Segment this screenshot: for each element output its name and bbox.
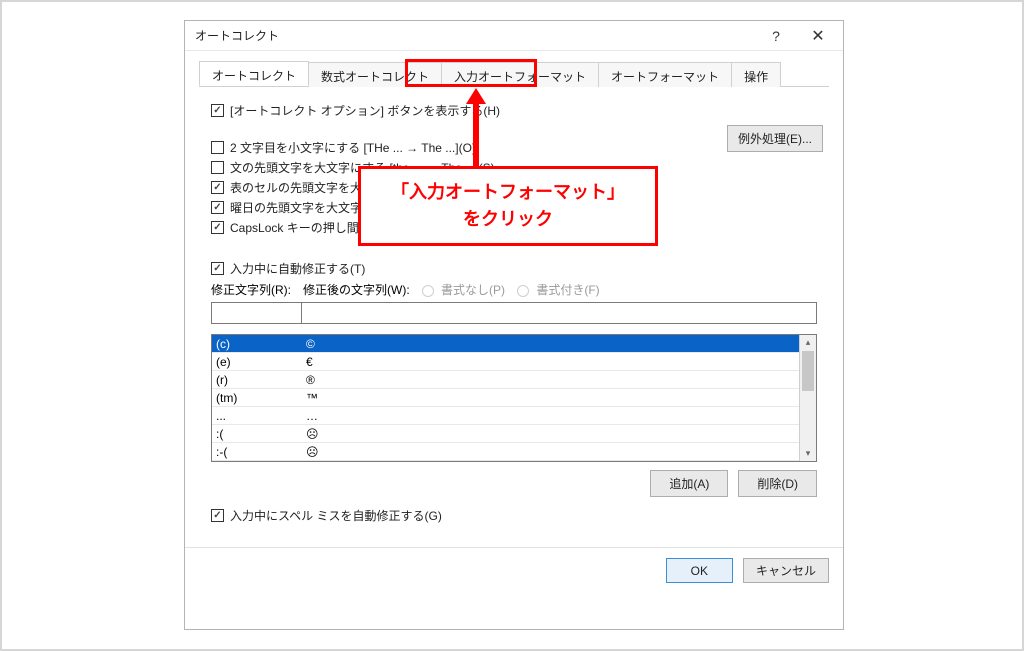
autocorrect-list: (c) © (e) € (r) ® (tm) ™ [211,334,817,462]
replace-label: 入力中に自動修正する(T) [230,260,365,277]
checkbox-icon [211,262,224,275]
spellfix-row[interactable]: 入力中にスペル ミスを自動修正する(G) [211,507,823,524]
checkbox-icon [211,221,224,234]
list-from: (e) [212,355,302,369]
outer-frame: オートコレクト ? ✕ オートコレクト 数式オートコレクト 入力オートフォーマッ… [0,0,1024,651]
scroll-thumb[interactable] [802,351,814,391]
replace-input[interactable] [211,302,301,324]
show-options-label: [オートコレクト オプション] ボタンを表示する(H) [230,102,500,119]
list-from: ... [212,409,302,423]
add-delete-row: 追加(A) 削除(D) [211,470,817,497]
replace-col-label: 修正文字列(R): [211,281,291,298]
dialog-footer: OK キャンセル [185,547,843,593]
list-scrollbar[interactable]: ▴ ▾ [799,335,816,461]
scroll-down-icon[interactable]: ▾ [800,446,816,461]
list-to: € [302,355,799,369]
with-col-label: 修正後の文字列(W): [303,281,410,298]
callout-arrow [466,88,486,168]
cap-second-label: 2 文字目を小文字にする [THe ... → The ...](O) [230,139,476,156]
list-to: ☹ [302,427,799,441]
radio-icon [422,285,434,297]
radio-formatted: 書式付き(F) [517,281,600,298]
close-button[interactable]: ✕ [797,22,839,50]
autocorrect-dialog: オートコレクト ? ✕ オートコレクト 数式オートコレクト 入力オートフォーマッ… [184,20,844,630]
tab-autoformat[interactable]: オートフォーマット [598,62,732,87]
radio-plain: 書式なし(P) [422,281,505,298]
tab-actions[interactable]: 操作 [731,62,781,87]
checkbox-icon [211,181,224,194]
add-button[interactable]: 追加(A) [650,470,728,497]
checkbox-icon [211,201,224,214]
scroll-up-icon[interactable]: ▴ [800,335,816,350]
tab-bar: オートコレクト 数式オートコレクト 入力オートフォーマット オートフォーマット … [199,61,829,87]
list-to: … [302,409,799,423]
list-item[interactable]: (c) © [212,335,799,353]
list-body[interactable]: (c) © (e) € (r) ® (tm) ™ [212,335,799,461]
list-from: :( [212,427,302,441]
dialog-body: オートコレクト 数式オートコレクト 入力オートフォーマット オートフォーマット … [185,51,843,547]
tab-autoformat-as-you-type[interactable]: 入力オートフォーマット [441,62,599,87]
exceptions-button[interactable]: 例外処理(E)... [727,125,823,152]
checkbox-icon [211,509,224,522]
checkbox-icon [211,161,224,174]
tab-autocorrect[interactable]: オートコレクト [199,61,309,86]
list-to: © [302,337,799,351]
cancel-button[interactable]: キャンセル [743,558,829,583]
callout-annotation: 「入力オートフォーマット」 をクリック [358,166,658,246]
titlebar: オートコレクト ? ✕ [185,21,843,51]
checkbox-icon [211,141,224,154]
list-to: ® [302,373,799,387]
radio-icon [517,285,529,297]
show-options-row[interactable]: [オートコレクト オプション] ボタンを表示する(H) [211,102,823,119]
list-to: ™ [302,391,799,405]
replace-row[interactable]: 入力中に自動修正する(T) [211,260,823,277]
autocorrect-panel: [オートコレクト オプション] ボタンを表示する(H) 2 文字目を小文字にする… [199,87,829,533]
list-from: (c) [212,337,302,351]
callout-line2: をクリック [373,206,643,233]
list-item[interactable]: ... … [212,407,799,425]
list-item[interactable]: :( ☹ [212,425,799,443]
list-from: (r) [212,373,302,387]
checkbox-icon [211,104,224,117]
replace-with-labels: 修正文字列(R): 修正後の文字列(W): 書式なし(P) 書式付き(F) [211,281,823,298]
replace-inputs [211,302,817,324]
callout-line1: 「入力オートフォーマット」 [373,179,643,206]
ok-button[interactable]: OK [666,558,733,583]
list-item[interactable]: (tm) ™ [212,389,799,407]
list-item[interactable]: (e) € [212,353,799,371]
with-input[interactable] [301,302,817,324]
list-item[interactable]: (r) ® [212,371,799,389]
list-to: ☹ [302,445,799,459]
tab-math-autocorrect[interactable]: 数式オートコレクト [308,62,442,87]
list-from: (tm) [212,391,302,405]
dialog-title: オートコレクト [195,27,755,44]
list-from: :-( [212,445,302,459]
delete-button[interactable]: 削除(D) [738,470,817,497]
help-button[interactable]: ? [755,22,797,50]
spellfix-label: 入力中にスペル ミスを自動修正する(G) [230,507,442,524]
list-item[interactable]: :-( ☹ [212,443,799,461]
